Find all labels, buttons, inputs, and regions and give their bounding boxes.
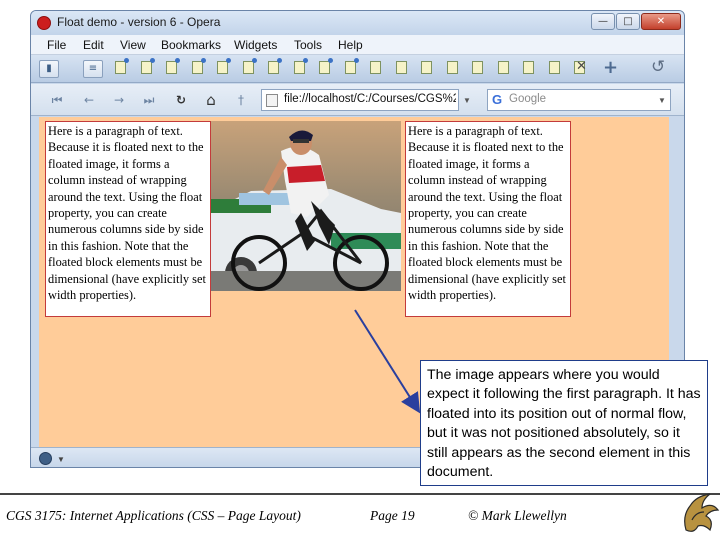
closed-tabs-icon[interactable]: ↺	[651, 57, 665, 77]
window-title: Float demo - version 6 - Opera	[57, 15, 221, 29]
tab-page-icon[interactable]	[166, 61, 177, 74]
tab-page-icon[interactable]	[395, 61, 407, 74]
tab-bar: ▮ ≡ ✕ + ↺	[31, 55, 684, 83]
tab-page-icon[interactable]	[115, 61, 126, 74]
tab-page-icon[interactable]	[446, 61, 458, 74]
reload-icon[interactable]: ↻	[169, 90, 193, 110]
close-button[interactable]: ✕	[641, 13, 681, 30]
tab-page-icon[interactable]	[523, 61, 534, 74]
tab-page-icon[interactable]	[293, 61, 305, 74]
tab-page-icon[interactable]	[344, 61, 356, 74]
file-icon	[266, 94, 278, 107]
status-dropdown-icon[interactable]: ▼	[57, 455, 65, 464]
new-tab-icon[interactable]: +	[603, 57, 618, 78]
google-icon: G	[492, 92, 503, 107]
tab-page-icon[interactable]	[217, 61, 228, 74]
tab-page-icon[interactable]	[421, 61, 432, 74]
close-tab-icon[interactable]: ✕	[576, 59, 587, 74]
tab-loaded-dot	[200, 58, 206, 63]
search-dropdown-icon[interactable]: ▼	[658, 96, 666, 105]
back-icon[interactable]: ←	[77, 90, 101, 110]
tab-page-icon[interactable]	[319, 61, 330, 74]
tab-page-icon[interactable]	[370, 61, 381, 74]
fast-forward-icon[interactable]: ⏭	[137, 90, 161, 110]
maximize-button[interactable]: □	[616, 13, 640, 30]
tab-page-icon[interactable]	[242, 61, 254, 74]
menu-view[interactable]: View	[120, 38, 146, 52]
address-text: file://localhost/C:/Courses/CGS%2	[284, 93, 456, 105]
tab-loaded-dot	[149, 58, 155, 63]
tab-page-icon[interactable]	[140, 61, 152, 74]
tab-page-icon[interactable]	[268, 61, 279, 74]
pegasus-logo	[684, 493, 720, 532]
floated-paragraph-left: Here is a paragraph of text. Because it …	[45, 121, 211, 317]
tab-page-icon[interactable]	[191, 61, 203, 74]
tab-list-icon[interactable]: ≡	[83, 60, 103, 78]
panel-toggle-icon[interactable]: ▮	[39, 60, 59, 78]
menu-file[interactable]: File	[47, 38, 66, 52]
tab-page-icon[interactable]	[548, 61, 560, 74]
address-bar[interactable]: file://localhost/C:/Courses/CGS%2	[261, 89, 459, 111]
minimize-button[interactable]: —	[591, 13, 615, 30]
menu-bar: File Edit View Bookmarks Widgets Tools H…	[31, 35, 684, 55]
tab-page-icon[interactable]	[472, 61, 483, 74]
tab-loaded-dot	[124, 58, 129, 63]
status-icon[interactable]	[39, 452, 52, 465]
menu-help[interactable]: Help	[338, 38, 363, 52]
footer-divider	[0, 493, 720, 495]
menu-edit[interactable]: Edit	[83, 38, 104, 52]
explanation-callout: The image appears where you would expect…	[420, 360, 708, 486]
menu-widgets[interactable]: Widgets	[234, 38, 277, 52]
title-bar: Float demo - version 6 - Opera — □ ✕	[31, 11, 684, 35]
tab-loaded-dot	[302, 58, 308, 63]
search-field[interactable]: G Google ▼	[487, 89, 671, 111]
slide: Float demo - version 6 - Opera — □ ✕ Fil…	[0, 0, 720, 540]
forward-icon[interactable]: →	[107, 90, 131, 110]
footer-author: © Mark Llewellyn	[468, 508, 567, 523]
tab-loaded-dot	[353, 58, 359, 63]
cyclist-image	[211, 121, 401, 291]
menu-tools[interactable]: Tools	[294, 38, 322, 52]
search-placeholder: Google	[509, 93, 547, 105]
footer-course: CGS 3175: Internet Applications (CSS – P…	[6, 508, 301, 523]
address-dropdown-icon[interactable]: ▼	[463, 96, 471, 105]
home-icon[interactable]: ⌂	[199, 90, 223, 110]
navigation-bar: ⏮ ← → ⏭ ↻ ⌂ † file://localhost/C:/Course…	[31, 84, 684, 116]
footer-page-number: Page 19	[370, 508, 415, 523]
rewind-icon[interactable]: ⏮	[45, 90, 69, 110]
tab-loaded-dot	[277, 58, 282, 63]
wand-icon[interactable]: †	[229, 90, 253, 110]
tab-loaded-dot	[226, 58, 231, 63]
tab-page-icon[interactable]	[497, 61, 509, 74]
opera-logo-icon	[37, 16, 51, 30]
menu-bookmarks[interactable]: Bookmarks	[161, 38, 221, 52]
floated-paragraph-right: Here is a paragraph of text. Because it …	[405, 121, 571, 317]
tab-loaded-dot	[251, 58, 257, 63]
tab-loaded-dot	[175, 58, 180, 63]
tab-loaded-dot	[328, 58, 333, 63]
